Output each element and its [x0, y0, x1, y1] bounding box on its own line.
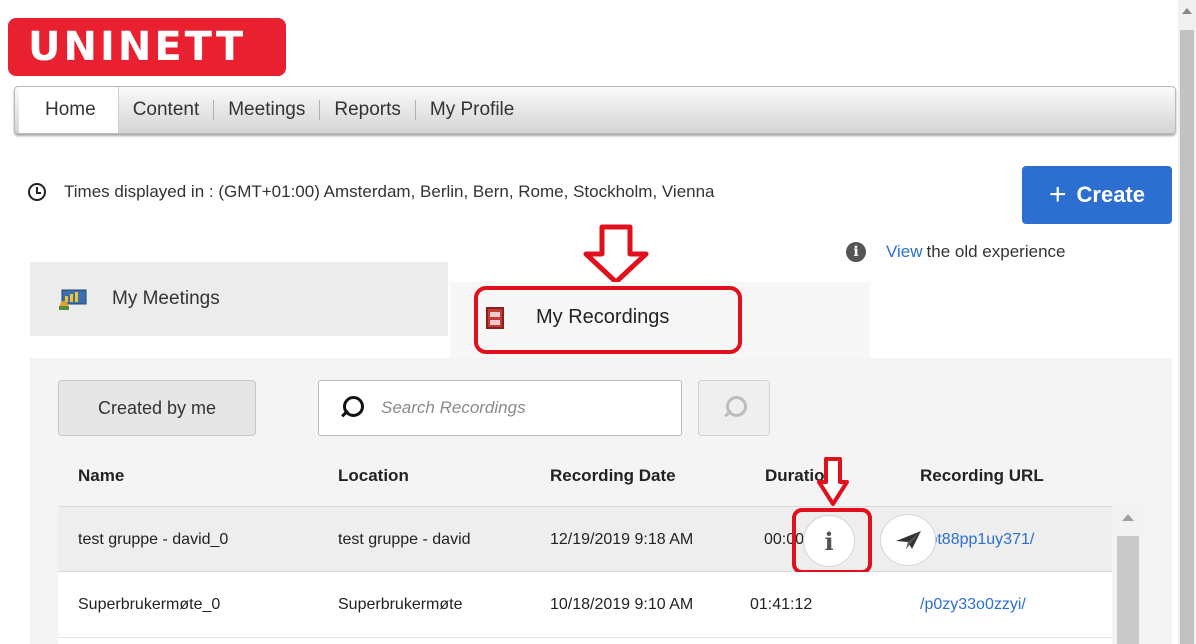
- column-header-name[interactable]: Name: [78, 466, 124, 486]
- nav-my-profile[interactable]: My Profile: [416, 87, 528, 133]
- table-row[interactable]: test gruppe - david_0 test gruppe - davi…: [58, 506, 1112, 572]
- column-header-recording-url[interactable]: Recording URL: [920, 466, 1044, 486]
- view-old-experience-link[interactable]: View: [886, 242, 923, 262]
- cell-recording-url[interactable]: /pt88pp1uy371/: [924, 531, 1034, 549]
- create-button-label: Create: [1076, 182, 1145, 207]
- cell-recording-date: 12/19/2019 9:18 AM: [550, 531, 694, 548]
- timezone-text: Times displayed in : (GMT+01:00) Amsterd…: [64, 182, 715, 201]
- timezone-info: Times displayed in : (GMT+01:00) Amsterd…: [28, 182, 715, 202]
- cell-name[interactable]: test gruppe - david_0: [78, 531, 228, 549]
- info-icon: i: [846, 242, 866, 262]
- cell-location: Superbrukermøte: [338, 596, 463, 613]
- old-experience-text: the old experience: [926, 242, 1066, 261]
- table-row[interactable]: Superbrukermøte_0 Superbrukermøte 10/18/…: [58, 572, 1112, 638]
- created-by-me-label: Created by me: [97, 397, 217, 418]
- cell-recording-date: 10/18/2019 9:10 AM: [550, 596, 694, 613]
- logo-text: UNINETT: [28, 24, 247, 70]
- annotation-arrow-icon: [817, 457, 849, 506]
- scrollbar-thumb[interactable]: [1117, 536, 1139, 644]
- uninett-logo[interactable]: UNINETT: [8, 18, 286, 76]
- cell-location: test gruppe - david: [338, 531, 471, 548]
- search-button[interactable]: [698, 380, 770, 436]
- created-by-me-button[interactable]: Created by me: [58, 380, 256, 436]
- send-icon[interactable]: [880, 514, 936, 566]
- search-input[interactable]: [381, 398, 661, 418]
- cell-recording-url[interactable]: /p0zy33o0zzyi/: [920, 596, 1026, 614]
- main-nav: Home Content Meetings Reports My Profile: [14, 86, 1176, 134]
- nav-my-profile-label: My Profile: [429, 99, 515, 120]
- tab-my-meetings[interactable]: My Meetings: [30, 262, 448, 336]
- nav-meetings[interactable]: Meetings: [214, 87, 319, 133]
- cell-name[interactable]: Superbrukermøte_0: [78, 596, 220, 614]
- annotation-highlight-info: [792, 508, 872, 574]
- plus-icon: +: [1048, 178, 1067, 211]
- nav-home-label: Home: [45, 99, 96, 120]
- nav-content-label: Content: [132, 99, 200, 120]
- scrollbar-thumb[interactable]: [1180, 30, 1194, 644]
- search-icon: [722, 396, 747, 420]
- nav-home[interactable]: Home: [19, 87, 119, 133]
- annotation-highlight-recordings: [474, 286, 742, 354]
- old-experience-notice: i View the old experience: [846, 242, 1065, 262]
- nav-reports-label: Reports: [334, 99, 401, 120]
- nav-content[interactable]: Content: [119, 87, 214, 133]
- column-header-location[interactable]: Location: [338, 466, 409, 486]
- table-row[interactable]: [58, 638, 1112, 644]
- page-scrollbar[interactable]: [1178, 0, 1196, 644]
- scroll-up-icon[interactable]: [1182, 8, 1192, 14]
- cell-duration: 01:41:12: [750, 596, 813, 613]
- column-header-recording-date[interactable]: Recording Date: [550, 466, 676, 486]
- scroll-up-icon[interactable]: [1122, 514, 1134, 521]
- nav-meetings-label: Meetings: [228, 99, 306, 120]
- search-box[interactable]: [318, 380, 682, 436]
- search-icon: [339, 396, 364, 420]
- clock-icon: [28, 183, 46, 201]
- create-button[interactable]: + Create: [1022, 166, 1172, 224]
- tab-my-meetings-label: My Meetings: [112, 288, 220, 309]
- table-scrollbar[interactable]: [1113, 506, 1143, 644]
- paper-plane-icon: [896, 531, 921, 549]
- annotation-arrow-icon: [583, 224, 649, 285]
- meetings-icon: [59, 289, 87, 310]
- nav-reports[interactable]: Reports: [320, 87, 415, 133]
